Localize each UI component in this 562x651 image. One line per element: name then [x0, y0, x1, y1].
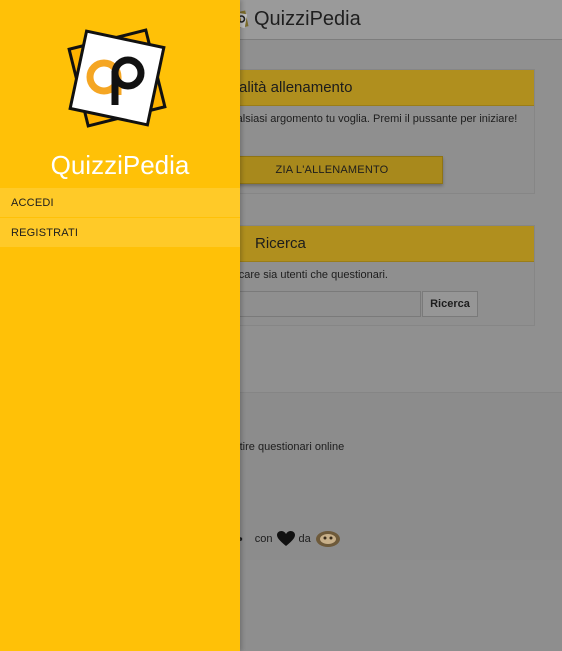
drawer-title: QuizziPedia — [50, 150, 190, 180]
search-card-text: ercare sia utenti che questionari. — [229, 269, 388, 281]
brand[interactable]: QuizziPedia — [228, 8, 361, 31]
navigation-drawer: QuizziPedia ACCEDI REGISTRATI — [0, 0, 240, 651]
author-avatar-icon[interactable] — [315, 530, 341, 548]
drawer-menu: ACCEDI REGISTRATI — [0, 188, 240, 248]
footer-description: estire questionari online — [228, 441, 345, 453]
credit-by-text: da — [298, 533, 311, 545]
quizzipedia-logo-icon — [67, 28, 167, 128]
start-training-button[interactable]: ZIA L'ALLENAMENTO — [221, 156, 443, 184]
search-card-title: Ricerca — [255, 235, 306, 252]
search-button[interactable]: Ricerca — [422, 291, 478, 317]
heart-icon — [276, 531, 295, 546]
training-card-title: alità allenamento — [239, 79, 353, 96]
drawer-item-login[interactable]: ACCEDI — [0, 188, 240, 218]
credit-with-text: con — [254, 533, 273, 545]
app-title: QuizziPedia — [254, 8, 361, 30]
drawer-item-register[interactable]: REGISTRATI — [0, 218, 240, 248]
footer-credit: > con da — [234, 530, 341, 548]
